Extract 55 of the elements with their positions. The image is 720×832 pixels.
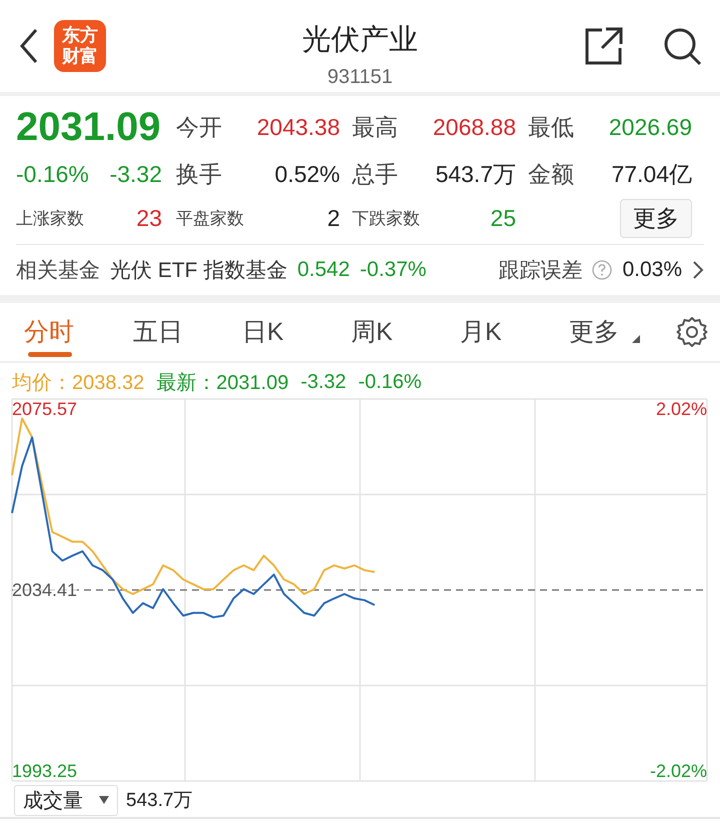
caret-icon xyxy=(632,335,640,343)
indicator-dropdown[interactable]: 成交量 xyxy=(14,784,118,816)
stat-value: 2026.69 xyxy=(608,114,692,140)
axis-label: 2.02% xyxy=(656,398,707,419)
stat-value: 2 xyxy=(327,204,340,232)
axis-label: 2034.41 xyxy=(12,580,78,600)
chart-tab[interactable]: 周K xyxy=(347,303,456,361)
settings-icon[interactable] xyxy=(676,316,708,348)
stat-label: 最高 xyxy=(352,112,398,142)
share-icon[interactable] xyxy=(584,26,624,66)
fund-name[interactable]: 光伏 ETF 指数基金 xyxy=(110,256,288,284)
stat-label: 平盘家数 xyxy=(176,208,244,230)
stat-label: 上涨家数 xyxy=(16,208,84,230)
fund-change: -0.37% xyxy=(360,258,426,282)
stat-value: 2068.88 xyxy=(432,114,516,140)
stat-label: 总手 xyxy=(352,160,398,188)
tracking-error-label: 跟踪误差 xyxy=(498,258,582,284)
average-price-legend: 均价：2038.32 xyxy=(12,368,144,396)
chart-tab[interactable]: 分时 xyxy=(20,303,129,361)
chart-tab[interactable]: 日K xyxy=(238,303,347,361)
latest-change: -3.32 xyxy=(300,370,346,394)
volume-value: 543.7万 xyxy=(126,789,193,813)
change-value: -3.32 xyxy=(110,160,162,189)
stat-value: 0.52% xyxy=(274,160,340,188)
tracking-error-value: 0.03% xyxy=(622,258,682,282)
stat-label: 今开 xyxy=(176,112,222,142)
index-code: 931151 xyxy=(327,66,393,89)
stat-label: 换手 xyxy=(176,160,222,188)
chart-tab[interactable]: 月K xyxy=(456,303,565,361)
current-price: 2031.09 xyxy=(16,104,162,151)
latest-change-percent: -0.16% xyxy=(358,370,422,394)
stat-value: 543.7万 xyxy=(435,160,516,188)
stat-label: 最低 xyxy=(528,112,574,142)
axis-label: -2.02% xyxy=(650,761,707,782)
stat-value: 2043.38 xyxy=(256,114,340,140)
fund-label: 相关基金 xyxy=(16,258,100,284)
app-logo: 东方财富 xyxy=(54,20,106,72)
stat-label: 金额 xyxy=(528,160,574,188)
search-icon[interactable] xyxy=(662,26,702,66)
axis-label: 1993.25 xyxy=(12,761,78,782)
stat-value: 77.04亿 xyxy=(611,160,692,188)
chart-tab[interactable]: 更多 xyxy=(565,303,674,361)
more-button[interactable]: 更多 xyxy=(620,198,692,238)
axis-label: 2075.57 xyxy=(12,398,78,419)
chevron-right-icon[interactable] xyxy=(692,260,704,280)
stat-value: 25 xyxy=(490,204,516,232)
change-percent: -0.16% xyxy=(16,160,89,189)
fund-price: 0.542 xyxy=(297,258,350,282)
back-icon[interactable] xyxy=(18,28,40,64)
chart-tab[interactable]: 五日 xyxy=(129,303,238,361)
stat-label: 下跌家数 xyxy=(352,208,420,230)
stat-value: 23 xyxy=(136,204,162,232)
latest-price-legend: 最新：2031.09 xyxy=(156,368,289,396)
caret-icon xyxy=(99,796,109,804)
index-title: 光伏产业 xyxy=(302,23,418,58)
